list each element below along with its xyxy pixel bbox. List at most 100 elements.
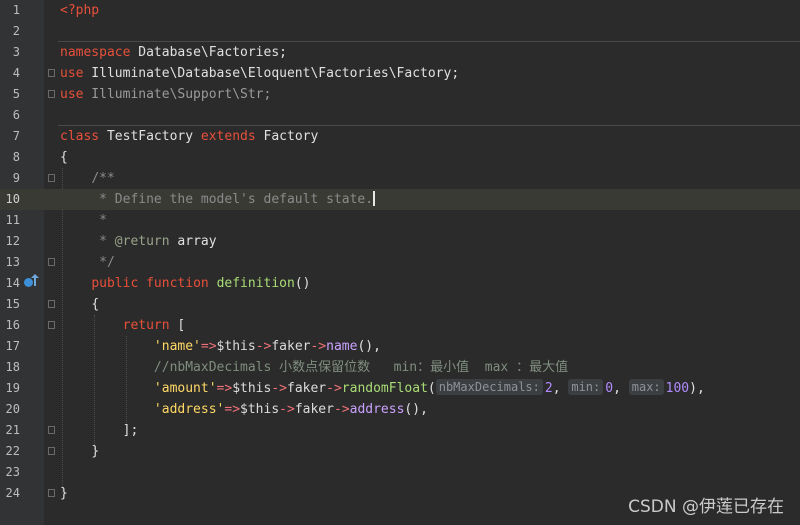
doc-comment-open: /** (91, 171, 115, 186)
extends-keyword: extends (200, 129, 256, 144)
object-operator: -> (326, 381, 342, 396)
use-path: Illuminate\Database\Eloquent\Factories\F… (83, 66, 460, 81)
code-line[interactable]: 1 <?php (0, 0, 800, 21)
watermark: CSDN @伊莲已存在 (628, 497, 784, 517)
code-line[interactable]: 22 } (0, 441, 800, 462)
array-key: 'amount' (153, 381, 217, 396)
faker-property: faker (271, 339, 311, 354)
function-parens: () (294, 276, 311, 291)
code-line[interactable]: 4 use Illuminate\Database\Eloquent\Facto… (0, 63, 800, 84)
doc-comment-text: * Define the model's default state. (91, 192, 374, 207)
argument-value: 100 (665, 381, 690, 396)
code-line[interactable]: 9 /** (0, 168, 800, 189)
line-number: 7 (12, 129, 20, 143)
line-number: 15 (5, 297, 20, 311)
text-caret (373, 191, 376, 206)
parameter-hint: min: (568, 379, 604, 395)
line-number: 1 (12, 3, 20, 17)
namespace-keyword: namespace (60, 45, 131, 60)
public-keyword: public (91, 276, 139, 291)
code-editor[interactable]: 1 <?php 2 3 namespace Database\Factories… (0, 0, 800, 525)
parameter-hint: max: (628, 379, 664, 395)
call-tail: (), (404, 402, 428, 417)
method-call: randomFloat (341, 381, 428, 396)
line-number: 22 (5, 444, 20, 458)
code-line[interactable]: 5 use Illuminate\Support\Str; (0, 84, 800, 105)
object-operator: -> (271, 381, 287, 396)
method-call: address (349, 402, 405, 417)
doc-return-tag: @return (114, 234, 170, 249)
line-number: 5 (12, 87, 20, 101)
open-brace: { (91, 297, 100, 312)
array-key: 'name' (153, 339, 201, 354)
faker-property: faker (287, 381, 327, 396)
line-number: 2 (12, 24, 20, 38)
function-name: definition (216, 276, 295, 291)
use-path-unused: Illuminate\Support\Str; (83, 87, 272, 102)
this-variable: $this (240, 402, 280, 417)
code-line[interactable]: 14 public function definition() (0, 273, 800, 294)
this-variable: $this (216, 339, 256, 354)
open-brace: { (60, 150, 68, 165)
line-number: 9 (12, 171, 20, 185)
call-open: ( (427, 381, 436, 396)
code-line[interactable]: 12 * @return array (0, 231, 800, 252)
implements-method-icon[interactable] (24, 278, 33, 287)
close-brace: } (91, 444, 100, 459)
parent-class: Factory (255, 129, 319, 144)
object-operator: -> (279, 402, 295, 417)
namespace-name: Database\Factories; (130, 45, 287, 60)
object-operator: -> (310, 339, 327, 354)
line-number: 12 (5, 234, 20, 248)
code-line[interactable]: 3 namespace Database\Factories; (0, 42, 800, 63)
code-line[interactable]: 18 //nbMaxDecimals 小数点保留位数 min：最小值 max ：… (0, 357, 800, 378)
faker-property: faker (294, 402, 334, 417)
line-number: 21 (5, 423, 20, 437)
line-number: 6 (12, 108, 20, 122)
close-brace: } (60, 486, 68, 501)
code-line[interactable]: 6 (0, 105, 800, 126)
line-number: 11 (5, 213, 20, 227)
argument-value: 2 (544, 381, 553, 396)
code-line[interactable]: 2 (0, 21, 800, 42)
code-line-current[interactable]: 10 * Define the model's default state. (0, 189, 800, 210)
code-line[interactable]: 15 { (0, 294, 800, 315)
line-number: 3 (12, 45, 20, 59)
class-name: TestFactory (99, 129, 201, 144)
arg-separator: , (552, 381, 569, 396)
code-line[interactable]: 23 (0, 462, 800, 483)
code-line[interactable]: 16 return [ (0, 315, 800, 336)
code-line[interactable]: 20 'address'=>$this->faker->address(), (0, 399, 800, 420)
line-number: 10 (5, 192, 20, 206)
code-line[interactable]: 17 'name'=>$this->faker->name(), (0, 336, 800, 357)
doc-return-type: array (169, 234, 217, 249)
code-line[interactable]: 13 */ (0, 252, 800, 273)
code-line[interactable]: 19 'amount'=>$this->faker->randomFloat(n… (0, 378, 800, 399)
call-tail: ), (689, 381, 705, 396)
line-number: 23 (5, 465, 20, 479)
line-number: 16 (5, 318, 20, 332)
return-keyword: return (122, 318, 170, 333)
doc-comment-star: * (91, 234, 115, 249)
array-key: 'address' (153, 402, 225, 417)
navigate-up-arrow-icon[interactable] (31, 274, 39, 286)
argument-value: 0 (605, 381, 614, 396)
arg-separator: , (613, 381, 629, 396)
code-line[interactable]: 7 class TestFactory extends Factory (0, 126, 800, 147)
line-number: 20 (5, 402, 20, 416)
doc-comment-close: */ (91, 255, 115, 270)
double-arrow: => (224, 402, 241, 417)
line-number: 19 (5, 381, 20, 395)
line-number: 13 (5, 255, 20, 269)
line-number: 24 (5, 486, 20, 500)
code-line[interactable]: 8 { (0, 147, 800, 168)
line-number: 18 (5, 360, 20, 374)
use-keyword: use (60, 87, 84, 102)
code-line[interactable]: 21 ]; (0, 420, 800, 441)
line-comment: //nbMaxDecimals 小数点保留位数 min：最小值 max ：最大值 (153, 360, 569, 375)
array-close: ]; (122, 423, 139, 438)
code-line[interactable]: 11 * (0, 210, 800, 231)
class-keyword: class (60, 129, 100, 144)
line-number: 8 (12, 150, 20, 164)
php-open-tag: <?php (60, 3, 100, 18)
